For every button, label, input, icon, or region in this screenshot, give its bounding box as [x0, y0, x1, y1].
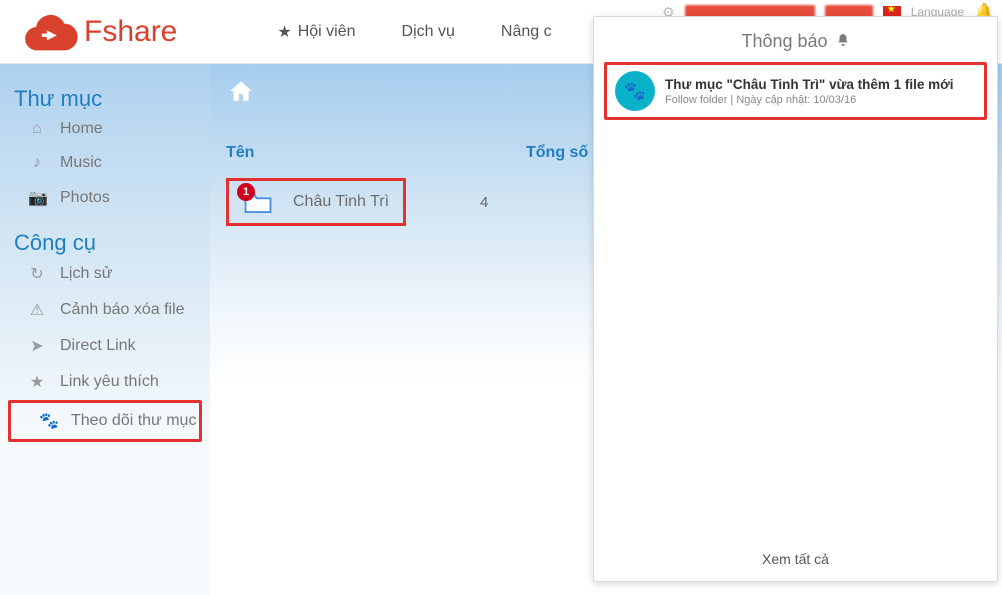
sidebar: Thư mục ⌂ Home ♪ Music 📷 Photos Công cụ …	[0, 64, 210, 595]
nav-member[interactable]: ★ Hội viên	[277, 22, 355, 42]
sidebar-item-photos[interactable]: 📷 Photos	[0, 180, 210, 216]
cloud-arrow-icon	[24, 12, 78, 52]
notification-view-all[interactable]: Xem tất cả	[594, 537, 997, 581]
bell-icon	[836, 33, 850, 50]
nav-upgrade[interactable]: Nâng c	[501, 22, 552, 42]
home-icon: ⌂	[28, 120, 46, 138]
section-folders-title: Thư mục	[0, 86, 210, 112]
send-icon: ➤	[28, 336, 46, 356]
star-icon: ★	[277, 22, 291, 42]
sidebar-item-music[interactable]: ♪ Music	[0, 146, 210, 180]
star-icon: ★	[28, 372, 46, 392]
nav-member-label: Hội viên	[298, 23, 356, 41]
notification-header: Thông báo	[594, 17, 997, 62]
camera-icon: 📷	[28, 188, 46, 208]
nav-service-label: Dịch vụ	[402, 23, 455, 41]
notification-panel: Thông báo 🐾 Thư mục "Châu Tinh Trì" vừa …	[593, 16, 998, 582]
sidebar-direct-label: Direct Link	[60, 337, 136, 355]
notification-item[interactable]: 🐾 Thư mục "Châu Tinh Trì" vừa thêm 1 fil…	[604, 62, 987, 120]
folder-icon: 1	[243, 189, 273, 215]
folder-badge: 1	[237, 183, 255, 201]
history-icon: ↻	[28, 264, 46, 284]
logo[interactable]: Fshare	[24, 12, 177, 52]
folder-name: Châu Tinh Trì	[293, 193, 389, 211]
col-name-header[interactable]: Tên	[226, 144, 526, 162]
folder-item-highlight: 1 Châu Tinh Trì	[226, 178, 406, 226]
paw-icon: 🐾	[615, 71, 655, 111]
music-icon: ♪	[28, 154, 46, 172]
paw-icon: 🐾	[39, 411, 57, 431]
sidebar-item-delete-warning[interactable]: ⚠ Cảnh báo xóa file	[0, 292, 210, 328]
sidebar-delete-label: Cảnh báo xóa file	[60, 301, 185, 319]
nav-service[interactable]: Dịch vụ	[402, 22, 455, 42]
notification-title: Thư mục "Châu Tinh Trì" vừa thêm 1 file …	[665, 77, 954, 92]
notification-header-label: Thông báo	[741, 31, 827, 52]
main-nav: ★ Hội viên Dịch vụ Nâng c	[277, 22, 551, 42]
sidebar-photos-label: Photos	[60, 189, 110, 207]
nav-upgrade-label: Nâng c	[501, 23, 552, 41]
sidebar-history-label: Lịch sử	[60, 265, 113, 283]
sidebar-item-direct-link[interactable]: ➤ Direct Link	[0, 328, 210, 364]
sidebar-item-follow-folder[interactable]: 🐾 Theo dõi thư mục	[8, 400, 202, 442]
sidebar-item-fav-link[interactable]: ★ Link yêu thích	[0, 364, 210, 400]
warning-icon: ⚠	[28, 300, 46, 320]
sidebar-follow-label: Theo dõi thư mục	[71, 412, 196, 430]
sidebar-home-label: Home	[60, 120, 103, 138]
sidebar-item-home[interactable]: ⌂ Home	[0, 112, 210, 146]
notification-subtitle: Follow folder | Ngày cập nhật: 10/03/16	[665, 94, 954, 106]
section-tools-title: Công cụ	[0, 230, 210, 256]
sidebar-music-label: Music	[60, 154, 102, 172]
home-icon	[228, 78, 254, 110]
folder-total: 4	[480, 194, 488, 211]
sidebar-fav-label: Link yêu thích	[60, 373, 159, 391]
sidebar-item-history[interactable]: ↻ Lịch sử	[0, 256, 210, 292]
brand-text: Fshare	[84, 15, 177, 49]
